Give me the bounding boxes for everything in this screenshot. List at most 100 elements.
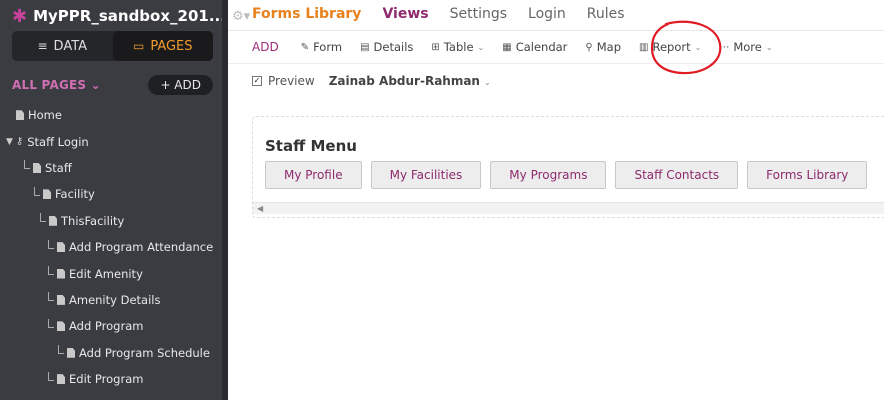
tree-item-facility[interactable]: Facility — [0, 181, 228, 207]
chevron-down-icon: ⌄ — [477, 42, 485, 52]
key-icon: ⚷ — [15, 136, 24, 148]
tree-item-edit-program[interactable]: Edit Program — [0, 366, 228, 392]
add-page-button[interactable]: + ADD — [148, 75, 213, 95]
page-tree: Home ▼ ⚷ Staff Login Staff Facility This… — [0, 102, 228, 392]
map-view-button[interactable]: ⚲ Map — [585, 40, 621, 54]
form-view-button[interactable]: ✎ Form — [301, 40, 342, 54]
data-pages-toggle: ≡ DATA ▭ PAGES — [12, 31, 213, 61]
chevron-down-icon: ⌄ — [765, 42, 773, 52]
tree-item-label: Staff Login — [27, 134, 89, 149]
table-icon: ⊞ — [431, 41, 440, 53]
chevron-down-icon: ⌄ — [694, 42, 702, 52]
tree-item-label: Home — [28, 108, 62, 123]
nav-rules[interactable]: Rules — [587, 6, 625, 22]
page-icon — [57, 242, 65, 253]
app: ✱ MyPPR_sandbox_201... ⚙▾ ≡ DATA ▭ PAGES… — [0, 0, 884, 400]
tree-elbow — [24, 160, 30, 170]
menu-button-my-programs[interactable]: My Programs — [490, 161, 607, 189]
main-area: Forms Library Views Settings Login Rules… — [228, 0, 884, 400]
page-icon — [67, 347, 75, 358]
tree-item-label: Add Program Attendance — [69, 240, 214, 255]
more-view-button[interactable]: ⋯ More ⌄ — [719, 40, 772, 54]
preview-checkbox[interactable]: ✓ — [252, 76, 262, 86]
table-view-button[interactable]: ⊞ Table ⌄ — [431, 40, 484, 54]
tree-elbow — [34, 186, 40, 196]
app-logo-icon: ✱ — [12, 5, 28, 27]
divider — [228, 30, 884, 31]
ellipsis-icon: ⋯ — [719, 41, 730, 53]
bar-chart-icon: ▥ — [639, 41, 649, 53]
menu-button-staff-contacts[interactable]: Staff Contacts — [615, 161, 739, 189]
tree-item-add-program-schedule[interactable]: Add Program Schedule — [0, 340, 228, 366]
pages-tab[interactable]: ▭ PAGES — [112, 31, 213, 61]
database-icon: ≡ — [37, 39, 48, 53]
menu-button-forms-library[interactable]: Forms Library — [747, 161, 868, 189]
report-view-button[interactable]: ▥ Report ⌄ — [639, 40, 701, 54]
form-icon: ✎ — [300, 41, 310, 53]
tree-elbow — [40, 213, 46, 223]
tree-elbow — [48, 292, 54, 302]
page-icon — [57, 268, 65, 279]
page-icon: ▭ — [132, 39, 145, 53]
calendar-view-button[interactable]: ▦ Calendar — [502, 40, 567, 54]
tree-item-edit-amenity[interactable]: Edit Amenity — [0, 260, 228, 286]
tree-elbow — [48, 266, 54, 276]
caret-down-icon[interactable]: ▼ — [6, 137, 13, 147]
scroll-left-icon[interactable]: ◀ — [257, 204, 263, 213]
page-icon — [43, 189, 51, 200]
page-icon — [57, 321, 65, 332]
tree-item-label: Amenity Details — [69, 292, 161, 307]
map-pin-icon: ⚲ — [585, 41, 593, 53]
all-pages-dropdown[interactable]: ALL PAGES ⌄ — [12, 78, 101, 92]
add-view-button[interactable]: ADD — [252, 40, 279, 54]
tree-item-label: Staff — [45, 160, 72, 175]
nav-views[interactable]: Views — [382, 6, 428, 22]
view-toolbar: ADD ✎ Form ▤ Details ⊞ Table ⌄ ▦ Calenda… — [228, 32, 884, 62]
tree-item-staff[interactable]: Staff — [0, 155, 228, 181]
page-icon — [57, 374, 65, 385]
tree-item-amenity-details[interactable]: Amenity Details — [0, 287, 228, 313]
menu-title: Staff Menu — [265, 137, 357, 155]
preview-label: Preview — [268, 74, 315, 88]
tree-item-label: Edit Amenity — [69, 266, 143, 281]
details-view-button[interactable]: ▤ Details — [360, 40, 413, 54]
pages-tab-label: PAGES — [150, 38, 193, 54]
menu-button-my-facilities[interactable]: My Facilities — [370, 161, 482, 189]
preview-row: ✓ Preview Zainab Abdur-Rahman ⌄ — [252, 74, 491, 88]
tree-item-label: Add Program — [69, 319, 144, 334]
tree-item-add-program[interactable]: Add Program — [0, 313, 228, 339]
divider — [228, 63, 884, 64]
menu-button-my-profile[interactable]: My Profile — [265, 161, 362, 189]
tree-item-label: Facility — [55, 187, 95, 202]
app-title[interactable]: MyPPR_sandbox_201... — [33, 7, 226, 25]
tree-item-label: Add Program Schedule — [79, 345, 210, 360]
page-icon — [16, 110, 24, 121]
all-pages-row: ALL PAGES ⌄ + ADD — [12, 74, 213, 96]
tree-item-thisfacility[interactable]: ThisFacility — [0, 208, 228, 234]
nav-login[interactable]: Login — [528, 6, 566, 22]
details-icon: ▤ — [360, 41, 370, 53]
tree-item-label: ThisFacility — [61, 213, 125, 228]
chevron-down-icon: ⌄ — [483, 78, 491, 87]
nav-forms-library[interactable]: Forms Library — [252, 6, 361, 22]
tree-item-staff-login[interactable]: ▼ ⚷ Staff Login — [0, 128, 228, 154]
calendar-icon: ▦ — [502, 41, 512, 53]
tree-elbow — [48, 371, 54, 381]
data-tab-label: DATA — [53, 38, 88, 54]
sidebar-header: ✱ MyPPR_sandbox_201... ⚙▾ — [0, 0, 250, 32]
tree-item-home[interactable]: Home — [0, 102, 228, 128]
data-tab[interactable]: ≡ DATA — [12, 31, 113, 61]
menu-buttons: My Profile My Facilities My Programs Sta… — [265, 161, 876, 189]
page-icon — [33, 162, 41, 173]
preview-user-select[interactable]: Zainab Abdur-Rahman ⌄ — [329, 74, 491, 88]
tree-elbow — [48, 318, 54, 328]
sidebar: ✱ MyPPR_sandbox_201... ⚙▾ ≡ DATA ▭ PAGES… — [0, 0, 250, 400]
tree-elbow — [48, 239, 54, 249]
nav-settings[interactable]: Settings — [450, 6, 507, 22]
staff-menu-panel: Staff Menu My Profile My Facilities My P… — [252, 116, 884, 218]
page-icon — [49, 215, 57, 226]
page-icon — [57, 294, 65, 305]
horizontal-scrollbar[interactable]: ◀ — [253, 202, 884, 214]
tree-item-add-program-attendance[interactable]: Add Program Attendance — [0, 234, 228, 260]
top-nav: Forms Library Views Settings Login Rules — [228, 0, 884, 28]
